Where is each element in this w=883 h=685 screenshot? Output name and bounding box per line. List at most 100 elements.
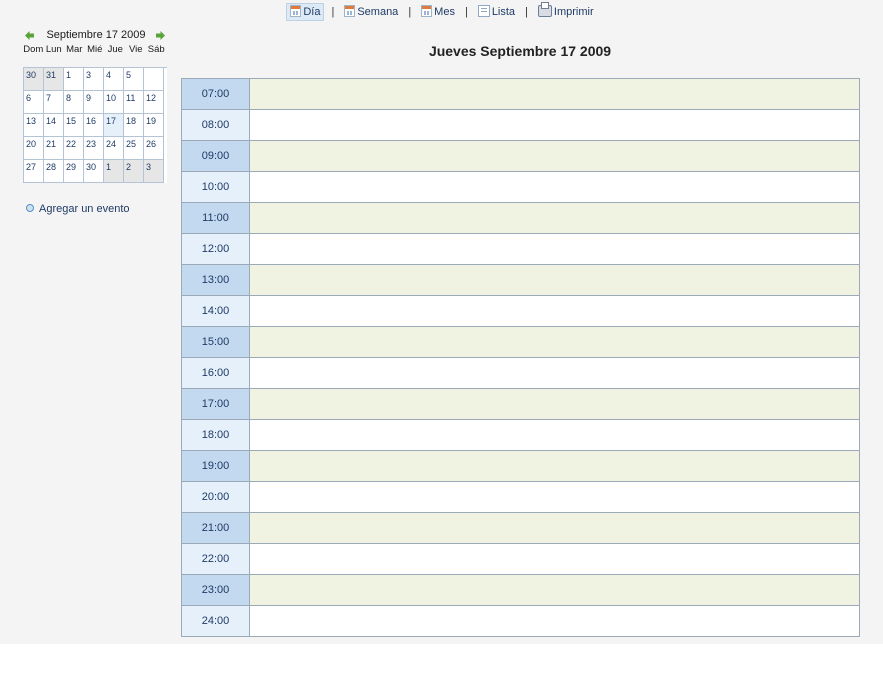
day-cell[interactable]: 3 bbox=[144, 160, 164, 183]
day-cell[interactable]: 2 bbox=[124, 160, 144, 183]
bullet-icon bbox=[26, 204, 34, 212]
weekday-label: Sáb bbox=[147, 44, 165, 55]
hour-label: 19:00 bbox=[182, 451, 250, 481]
day-cell[interactable]: 7 bbox=[44, 91, 64, 114]
day-cell[interactable]: 26 bbox=[144, 137, 164, 160]
hour-slot[interactable] bbox=[250, 203, 859, 233]
hour-row: 11:00 bbox=[182, 203, 859, 234]
day-cell[interactable]: 8 bbox=[64, 91, 84, 114]
hour-slot[interactable] bbox=[250, 110, 859, 140]
hour-slot[interactable] bbox=[250, 513, 859, 543]
next-month-arrow-icon[interactable] bbox=[156, 31, 165, 40]
calendar-month-icon bbox=[421, 5, 433, 17]
day-cell[interactable]: 30 bbox=[84, 160, 104, 183]
week-view-button[interactable]: Semana bbox=[341, 3, 401, 21]
day-cell[interactable]: 14 bbox=[44, 114, 64, 137]
calendar-day-icon bbox=[290, 5, 302, 17]
day-cell[interactable]: 24 bbox=[104, 137, 124, 160]
hour-label: 09:00 bbox=[182, 141, 250, 171]
day-cell[interactable]: 27 bbox=[24, 160, 44, 183]
day-cell-selected[interactable]: 17 bbox=[104, 114, 124, 137]
day-cell[interactable]: 19 bbox=[144, 114, 164, 137]
hour-label: 10:00 bbox=[182, 172, 250, 202]
hour-slot[interactable] bbox=[250, 234, 859, 264]
day-schedule-grid: 07:00 08:00 09:00 10:00 11:00 12:00 13:0… bbox=[181, 78, 860, 637]
hour-slot[interactable] bbox=[250, 172, 859, 202]
hour-row: 16:00 bbox=[182, 358, 859, 389]
day-cell[interactable] bbox=[144, 68, 164, 91]
toolbar-separator: | bbox=[464, 6, 468, 18]
day-cell[interactable]: 6 bbox=[24, 91, 44, 114]
day-cell[interactable]: 31 bbox=[44, 68, 64, 91]
day-cell[interactable]: 11 bbox=[124, 91, 144, 114]
weekday-label: Mar bbox=[66, 44, 83, 55]
day-cell[interactable]: 5 bbox=[124, 68, 144, 91]
month-view-button[interactable]: Mes bbox=[418, 3, 458, 21]
day-cell[interactable]: 16 bbox=[84, 114, 104, 137]
hour-row: 22:00 bbox=[182, 544, 859, 575]
hour-slot[interactable] bbox=[250, 575, 859, 605]
hour-row: 15:00 bbox=[182, 327, 859, 358]
weekday-label: Dom bbox=[23, 44, 44, 55]
hour-label: 11:00 bbox=[182, 203, 250, 233]
day-cell[interactable]: 23 bbox=[84, 137, 104, 160]
day-cell[interactable]: 22 bbox=[64, 137, 84, 160]
day-cell[interactable]: 3 bbox=[84, 68, 104, 91]
hour-row: 07:00 bbox=[182, 79, 859, 110]
day-cell[interactable]: 21 bbox=[44, 137, 64, 160]
day-cell[interactable]: 25 bbox=[124, 137, 144, 160]
day-cell[interactable]: 9 bbox=[84, 91, 104, 114]
day-cell[interactable]: 18 bbox=[124, 114, 144, 137]
day-cell[interactable]: 13 bbox=[24, 114, 44, 137]
weekday-label: Vie bbox=[128, 44, 143, 55]
day-cell[interactable]: 29 bbox=[64, 160, 84, 183]
day-view-button[interactable]: Día bbox=[286, 3, 325, 21]
hour-label: 12:00 bbox=[182, 234, 250, 264]
hour-label: 13:00 bbox=[182, 265, 250, 295]
hour-slot[interactable] bbox=[250, 389, 859, 419]
day-cell[interactable]: 1 bbox=[104, 160, 124, 183]
hour-label: 16:00 bbox=[182, 358, 250, 388]
list-view-button[interactable]: Lista bbox=[475, 3, 518, 21]
hour-slot[interactable] bbox=[250, 327, 859, 357]
mini-calendar: Septiembre 17 2009 Dom Lun Mar Mié Jue V… bbox=[23, 29, 169, 183]
hour-label: 22:00 bbox=[182, 544, 250, 574]
hour-slot[interactable] bbox=[250, 606, 859, 636]
print-button[interactable]: Imprimir bbox=[535, 2, 597, 21]
prev-month-arrow-icon[interactable] bbox=[25, 31, 34, 40]
day-cell[interactable]: 28 bbox=[44, 160, 64, 183]
hour-slot[interactable] bbox=[250, 141, 859, 171]
hour-slot[interactable] bbox=[250, 544, 859, 574]
day-cell[interactable]: 15 bbox=[64, 114, 84, 137]
add-event-link[interactable]: Agregar un evento bbox=[26, 203, 130, 215]
hour-row: 23:00 bbox=[182, 575, 859, 606]
hour-row: 14:00 bbox=[182, 296, 859, 327]
day-cell[interactable]: 30 bbox=[24, 68, 44, 91]
day-cell[interactable]: 10 bbox=[104, 91, 124, 114]
day-cell[interactable]: 12 bbox=[144, 91, 164, 114]
hour-slot[interactable] bbox=[250, 265, 859, 295]
hour-slot[interactable] bbox=[250, 79, 859, 109]
page-title: Jueves Septiembre 17 2009 bbox=[428, 43, 612, 59]
printer-icon bbox=[537, 2, 552, 17]
hour-slot[interactable] bbox=[250, 451, 859, 481]
mini-calendar-title: Septiembre 17 2009 bbox=[46, 29, 146, 41]
hour-slot[interactable] bbox=[250, 358, 859, 388]
hour-label: 07:00 bbox=[182, 79, 250, 109]
calendar-week-icon bbox=[344, 5, 356, 17]
hour-slot[interactable] bbox=[250, 482, 859, 512]
hour-label: 23:00 bbox=[182, 575, 250, 605]
toolbar-separator: | bbox=[408, 6, 412, 18]
hour-slot[interactable] bbox=[250, 420, 859, 450]
hour-label: 14:00 bbox=[182, 296, 250, 326]
hour-label: 17:00 bbox=[182, 389, 250, 419]
hour-label: 08:00 bbox=[182, 110, 250, 140]
hour-slot[interactable] bbox=[250, 296, 859, 326]
hour-row: 12:00 bbox=[182, 234, 859, 265]
day-cell[interactable]: 20 bbox=[24, 137, 44, 160]
hour-row: 13:00 bbox=[182, 265, 859, 296]
weekday-header: Dom Lun Mar Mié Jue Vie Sáb bbox=[23, 43, 169, 57]
day-cell[interactable]: 1 bbox=[64, 68, 84, 91]
day-cell[interactable]: 4 bbox=[104, 68, 124, 91]
hour-label: 21:00 bbox=[182, 513, 250, 543]
